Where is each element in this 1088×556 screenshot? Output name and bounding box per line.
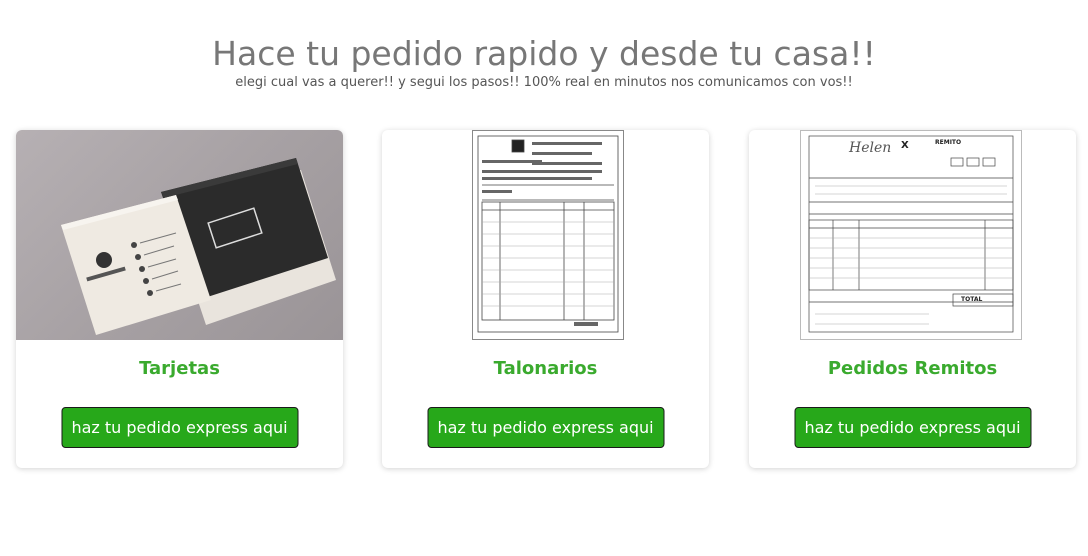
order-remitos-button[interactable]: haz tu pedido express aqui bbox=[794, 407, 1031, 448]
receipt-book-image bbox=[382, 130, 709, 340]
business-cards-image bbox=[16, 130, 343, 340]
svg-text:X: X bbox=[901, 140, 909, 151]
page-header: Hace tu pedido rapido y desde tu casa!! … bbox=[0, 34, 1088, 90]
svg-text:REMITO: REMITO bbox=[935, 139, 961, 146]
order-talonarios-button[interactable]: haz tu pedido express aqui bbox=[427, 407, 664, 448]
card-title: Talonarios bbox=[493, 358, 598, 379]
product-card-talonarios: Talonarios haz tu pedido express aqui bbox=[382, 130, 709, 468]
page-title: Hace tu pedido rapido y desde tu casa!! bbox=[212, 34, 876, 73]
product-card-remitos: Helen X REMITO TOTAL Pedidos Remitos haz… bbox=[749, 130, 1076, 468]
page-subtitle: elegi cual vas a querer!! y segui los pa… bbox=[235, 75, 853, 90]
svg-text:Helen: Helen bbox=[848, 140, 891, 156]
product-card-tarjetas: Tarjetas haz tu pedido express aqui bbox=[16, 130, 343, 468]
delivery-note-image: Helen X REMITO TOTAL bbox=[749, 130, 1076, 340]
svg-text:TOTAL: TOTAL bbox=[961, 296, 982, 303]
card-title: Pedidos Remitos bbox=[827, 358, 998, 379]
card-title: Tarjetas bbox=[139, 358, 220, 379]
order-tarjetas-button[interactable]: haz tu pedido express aqui bbox=[61, 407, 298, 448]
